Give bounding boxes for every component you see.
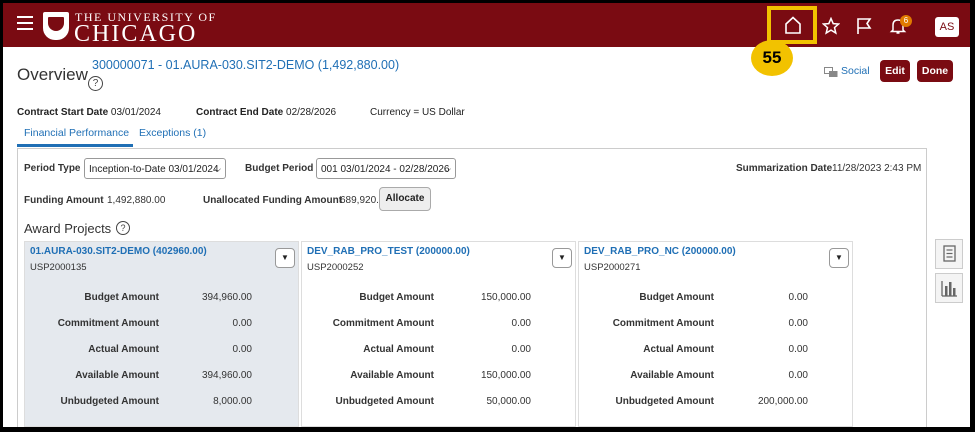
bar-chart-icon (941, 281, 957, 297)
social-link[interactable]: Social (841, 65, 870, 77)
period-type-select[interactable]: Inception-to-Date 03/01/2024 ⌵ (84, 158, 226, 179)
unbudgeted-amount-value: 200,000.00 (757, 396, 808, 407)
summarization-date-label: Summarization Date (736, 163, 833, 174)
available-amount-label: Available Amount (350, 370, 434, 381)
commitment-amount-label: Commitment Amount (612, 318, 714, 329)
watchlist-flag-icon[interactable] (855, 17, 873, 35)
budget-amount-value: 394,960.00 (201, 292, 252, 303)
active-tab-indicator (17, 144, 133, 147)
social-icon (824, 67, 838, 77)
card-title[interactable]: 01.AURA-030.SIT2-DEMO (402960.00) (30, 246, 207, 257)
tab-exceptions[interactable]: Exceptions (1) (139, 127, 206, 139)
available-amount-value: 0.00 (788, 370, 808, 381)
period-type-label: Period Type (24, 163, 81, 174)
commitment-amount-value: 0.00 (511, 318, 531, 329)
budget-period-select[interactable]: 001 03/01/2024 - 02/28/2026 ⌵ (316, 158, 456, 179)
contract-start-label: Contract Start Date (17, 107, 109, 118)
currency-text: Currency = US Dollar (370, 107, 465, 118)
card-menu-chevron-icon[interactable]: ▼ (552, 248, 572, 268)
actual-amount-value: 0.00 (511, 344, 531, 355)
award-projects-title: Award Projects (24, 221, 112, 236)
summarization-date-value: 11/28/2023 2:43 PM (832, 163, 922, 174)
chevron-down-icon: ⌵ (444, 164, 451, 174)
available-amount-label: Available Amount (630, 370, 714, 381)
award-project-card[interactable]: DEV_RAB_PRO_NC (200000.00) USP2000271 ▼ … (578, 241, 853, 427)
unbudgeted-amount-label: Unbudgeted Amount (60, 396, 159, 407)
notification-count-badge: 6 (900, 15, 912, 27)
contract-start: Contract Start Date 03/01/2024 (17, 107, 161, 118)
period-type-value: Inception-to-Date 03/01/2024 (89, 164, 219, 175)
card-title[interactable]: DEV_RAB_PRO_TEST (200000.00) (307, 246, 470, 257)
award-project-card[interactable]: DEV_RAB_PRO_TEST (200000.00) USP2000252 … (301, 241, 576, 427)
contract-end-value: 02/28/2026 (286, 107, 337, 118)
commitment-amount-label: Commitment Amount (332, 318, 434, 329)
document-panel-button[interactable] (935, 239, 963, 269)
award-project-card[interactable]: 01.AURA-030.SIT2-DEMO (402960.00) USP200… (24, 241, 299, 427)
actual-amount-label: Actual Amount (363, 344, 434, 355)
budget-amount-label: Budget Amount (84, 292, 159, 303)
budget-amount-value: 0.00 (788, 292, 808, 303)
card-project-code: USP2000271 (584, 262, 641, 273)
funding-amount-value: 1,492,880.00 (107, 195, 166, 206)
available-amount-value: 394,960.00 (201, 370, 252, 381)
unallocated-funding-label: Unallocated Funding Amount (203, 195, 343, 206)
card-project-code: USP2000135 (30, 262, 87, 273)
allocate-button[interactable]: Allocate (379, 187, 431, 211)
top-navigation-bar: THE UNIVERSITY OF CHICAGO 6 AS (3, 3, 970, 47)
card-project-code: USP2000252 (307, 262, 364, 273)
hamburger-menu-icon[interactable] (17, 16, 33, 30)
favorites-star-icon[interactable] (822, 17, 840, 35)
home-icon[interactable] (785, 16, 801, 34)
actual-amount-value: 0.00 (788, 344, 808, 355)
budget-amount-label: Budget Amount (639, 292, 714, 303)
contract-end-label: Contract End Date (196, 107, 284, 118)
card-menu-chevron-icon[interactable]: ▼ (829, 248, 849, 268)
unbudgeted-amount-label: Unbudgeted Amount (615, 396, 714, 407)
contract-start-value: 03/01/2024 (110, 107, 161, 118)
commitment-amount-label: Commitment Amount (57, 318, 159, 329)
app-frame: THE UNIVERSITY OF CHICAGO 6 AS 55 Overvi… (3, 3, 970, 427)
funding-amount-label: Funding Amount (24, 195, 104, 206)
card-menu-chevron-icon[interactable]: ▼ (275, 248, 295, 268)
logo-line2: CHICAGO (74, 21, 198, 47)
budget-period-label: Budget Period (245, 163, 314, 174)
contract-end: Contract End Date 02/28/2026 (196, 107, 336, 118)
analytics-panel-button[interactable] (935, 273, 963, 303)
help-icon[interactable]: ? (88, 76, 103, 91)
help-icon[interactable]: ? (116, 221, 130, 235)
actual-amount-label: Actual Amount (643, 344, 714, 355)
document-icon (943, 245, 956, 262)
commitment-amount-value: 0.00 (232, 318, 252, 329)
user-avatar[interactable]: AS (935, 17, 959, 37)
unbudgeted-amount-label: Unbudgeted Amount (335, 396, 434, 407)
budget-amount-value: 150,000.00 (480, 292, 531, 303)
card-title[interactable]: DEV_RAB_PRO_NC (200000.00) (584, 246, 736, 257)
page-title: Overview (17, 65, 88, 84)
actual-amount-label: Actual Amount (88, 344, 159, 355)
step-number-badge: 55 (751, 40, 793, 76)
actual-amount-value: 0.00 (232, 344, 252, 355)
edit-button[interactable]: Edit (880, 60, 910, 82)
chevron-down-icon: ⌵ (214, 164, 221, 174)
budget-period-value: 001 03/01/2024 - 02/28/2026 (321, 164, 450, 175)
unbudgeted-amount-value: 50,000.00 (486, 396, 532, 407)
done-button[interactable]: Done (917, 60, 953, 82)
tab-financial-performance[interactable]: Financial Performance (24, 127, 129, 145)
available-amount-value: 150,000.00 (480, 370, 531, 381)
unbudgeted-amount-value: 8,000.00 (213, 396, 252, 407)
available-amount-label: Available Amount (75, 370, 159, 381)
university-shield-icon (43, 12, 69, 40)
contract-link[interactable]: 300000071 - 01.AURA-030.SIT2-DEMO (1,492… (92, 58, 399, 72)
budget-amount-label: Budget Amount (359, 292, 434, 303)
commitment-amount-value: 0.00 (788, 318, 808, 329)
